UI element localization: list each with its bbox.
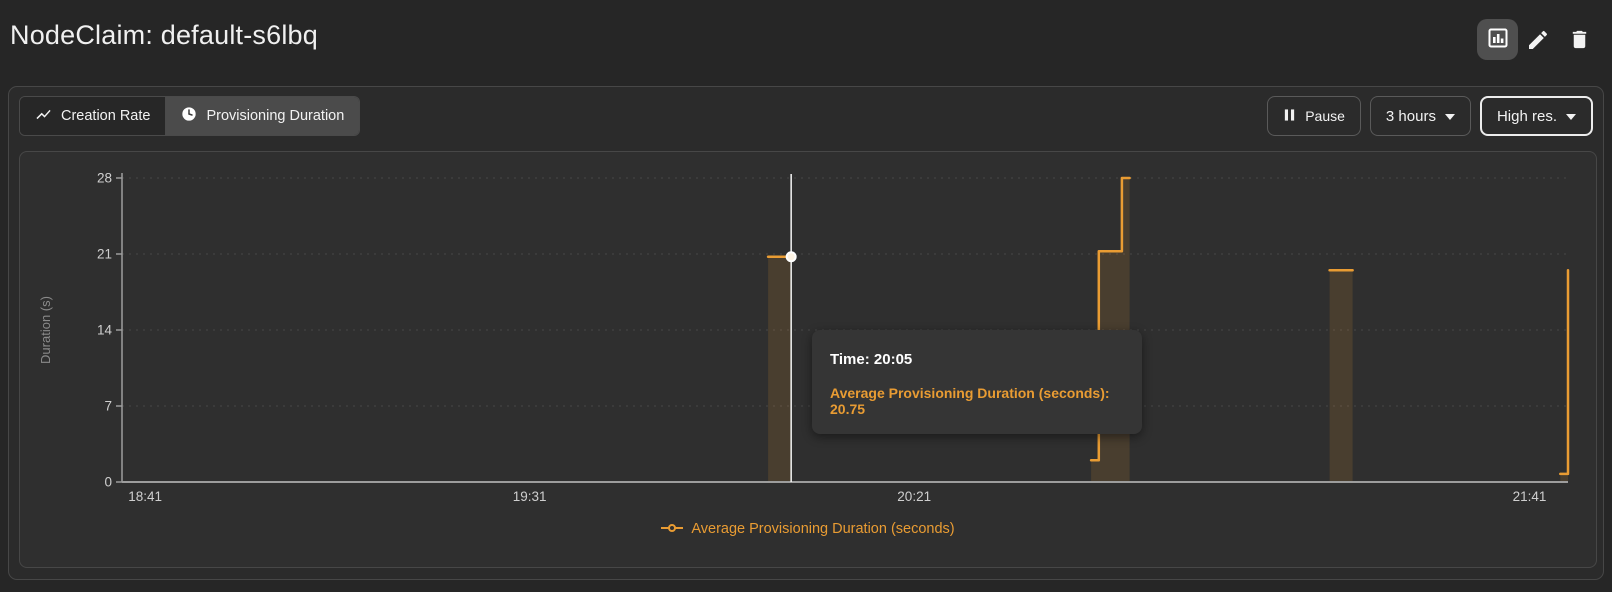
tooltip-value: Average Provisioning Duration (seconds):… <box>830 385 1124 417</box>
chart-controls: Pause 3 hours High res. <box>1267 96 1593 136</box>
tab-label: Creation Rate <box>61 108 150 124</box>
svg-text:7: 7 <box>104 399 112 414</box>
time-range-label: 3 hours <box>1386 108 1436 125</box>
svg-text:20:21: 20:21 <box>897 489 931 504</box>
caret-down-icon <box>1445 114 1455 120</box>
caret-down-icon <box>1566 114 1576 120</box>
tab-creation-rate[interactable]: Creation Rate <box>20 97 165 135</box>
delete-button[interactable] <box>1565 27 1593 55</box>
legend-label: Average Provisioning Duration (seconds) <box>691 521 954 537</box>
svg-text:19:31: 19:31 <box>513 489 547 504</box>
svg-text:14: 14 <box>97 323 113 338</box>
svg-text:21: 21 <box>97 247 112 262</box>
tooltip-time: Time: 20:05 <box>830 351 1124 368</box>
chart-tooltip: Time: 20:05 Average Provisioning Duratio… <box>812 330 1142 434</box>
pause-icon <box>1283 108 1296 125</box>
svg-text:28: 28 <box>97 171 112 186</box>
trend-line-icon <box>35 106 52 127</box>
chart-view-button[interactable] <box>1477 19 1518 60</box>
svg-text:0: 0 <box>104 475 112 490</box>
chart-tabs: Creation Rate Provisioning Duration <box>19 96 360 136</box>
time-range-dropdown[interactable]: 3 hours <box>1370 96 1471 136</box>
edit-button[interactable] <box>1524 27 1552 55</box>
pencil-icon <box>1526 28 1550 55</box>
svg-text:18:41: 18:41 <box>128 489 162 504</box>
pause-button[interactable]: Pause <box>1267 96 1361 136</box>
trash-icon <box>1568 28 1591 54</box>
tab-provisioning-duration[interactable]: Provisioning Duration <box>165 97 359 135</box>
provisioning-duration-chart[interactable]: 0 7 14 21 28 18:41 19:31 20:21 21:41 Duration (s) <box>20 152 1596 567</box>
page-title: NodeClaim: default-s6lbq <box>10 20 318 51</box>
line-with-dot-icon <box>661 521 683 537</box>
nodeclaim-dashboard: NodeClaim: default-s6lbq <box>0 0 1612 592</box>
metrics-card: Creation Rate Provisioning Duration <box>8 86 1604 580</box>
clock-icon <box>181 106 197 126</box>
svg-text:21:41: 21:41 <box>1513 489 1547 504</box>
tab-label: Provisioning Duration <box>206 108 344 124</box>
svg-text:Duration (s): Duration (s) <box>38 296 53 364</box>
pause-label: Pause <box>1305 108 1345 124</box>
chart-panel: 0 7 14 21 28 18:41 19:31 20:21 21:41 Duration (s)… <box>19 151 1597 568</box>
chart-legend-item[interactable]: Average Provisioning Duration (seconds) <box>20 521 1596 537</box>
bar-chart-icon <box>1486 26 1510 53</box>
resolution-dropdown[interactable]: High res. <box>1480 96 1593 136</box>
resolution-label: High res. <box>1497 108 1557 125</box>
